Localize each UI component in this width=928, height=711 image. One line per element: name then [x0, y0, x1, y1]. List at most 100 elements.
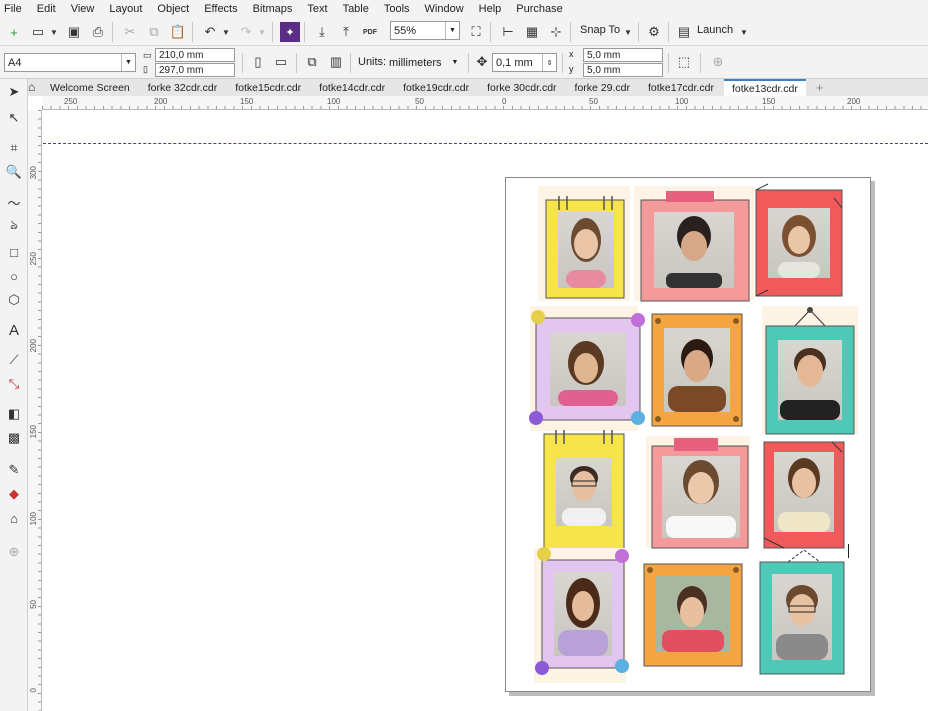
menu-help[interactable]: Help	[479, 3, 502, 15]
treat-as-filled-icon[interactable]: ⬚	[674, 52, 694, 72]
landscape-icon[interactable]: ▭	[271, 52, 291, 72]
photo-frame[interactable]	[534, 547, 629, 683]
menu-file[interactable]: File	[4, 3, 22, 15]
cut-icon[interactable]: ✂	[120, 22, 140, 42]
page-height-field[interactable]: 297,0 mm	[155, 63, 235, 77]
photo-frame[interactable]	[634, 186, 754, 302]
interactive-fill-icon[interactable]: ◆	[4, 485, 24, 503]
document-page[interactable]	[505, 177, 871, 692]
polygon-tool-icon[interactable]: ⬡	[4, 291, 24, 309]
duplicate-x-field[interactable]: 5,0 mm	[583, 48, 663, 62]
units-select[interactable]: millimeters ▼	[386, 53, 462, 72]
current-page-icon[interactable]: ▥	[326, 52, 346, 72]
separator	[668, 53, 669, 73]
show-rulers-icon[interactable]: ⊢	[498, 22, 518, 42]
options-gear-icon[interactable]: ⚙	[644, 22, 664, 42]
photo-collage[interactable]	[506, 178, 872, 693]
undo-dropdown-icon[interactable]: ▼	[216, 22, 236, 42]
save-icon[interactable]: ▣	[64, 22, 84, 42]
menu-edit[interactable]: Edit	[37, 3, 56, 15]
page-width-field[interactable]: 210,0 mm	[155, 48, 235, 62]
menu-layout[interactable]: Layout	[109, 3, 142, 15]
tab-welcome-screen[interactable]: Welcome Screen	[42, 79, 138, 96]
show-grid-icon[interactable]: ▦	[522, 22, 542, 42]
artistic-media-icon[interactable]: ঌ	[4, 217, 24, 235]
menu-purchase[interactable]: Purchase	[516, 3, 562, 15]
full-screen-icon[interactable]: ⛶	[466, 22, 486, 42]
add-tool-icon[interactable]: ⊕	[4, 543, 24, 561]
zoom-dropdown-icon[interactable]: ▼	[445, 22, 459, 39]
print-icon[interactable]: ⎙	[88, 22, 108, 42]
photo-frame[interactable]	[651, 313, 743, 427]
import-icon[interactable]: ⤓	[312, 22, 332, 42]
pdf-icon[interactable]: PDF	[360, 22, 380, 42]
launch-icon[interactable]: ▤	[674, 22, 694, 42]
crop-tool-icon[interactable]: ⌗	[4, 139, 24, 157]
portrait-icon[interactable]: ▯	[248, 52, 268, 72]
page-size-dropdown-icon[interactable]: ▼	[121, 54, 135, 71]
launch-dropdown-icon[interactable]: ▼	[734, 22, 754, 42]
photo-frame[interactable]	[538, 186, 630, 301]
menu-text[interactable]: Text	[307, 3, 327, 15]
menu-effects[interactable]: Effects	[204, 3, 237, 15]
tab-document[interactable]: fotke14cdr.cdr	[311, 79, 393, 96]
add-icon[interactable]: ⊕	[708, 52, 728, 72]
new-document-icon[interactable]: +	[4, 22, 24, 42]
ellipse-tool-icon[interactable]: ○	[4, 267, 24, 285]
freehand-tool-icon[interactable]: 〜	[4, 193, 24, 211]
zoom-level-field[interactable]: 55% ▼	[390, 21, 460, 40]
pick-tool-icon[interactable]: ➤	[4, 83, 24, 101]
duplicate-y-field[interactable]: 5,0 mm	[583, 63, 663, 77]
redo-dropdown-icon[interactable]: ▼	[252, 22, 272, 42]
tab-document[interactable]: forke 32cdr.cdr	[140, 79, 225, 96]
paste-icon[interactable]: 📋	[168, 22, 188, 42]
launch-button[interactable]: Launch	[697, 24, 733, 36]
photo-frame[interactable]	[529, 306, 645, 431]
guideline[interactable]	[43, 143, 928, 144]
tab-document[interactable]: fotke19cdr.cdr	[395, 79, 477, 96]
snap-to-button[interactable]: Snap To	[580, 24, 620, 36]
all-pages-icon[interactable]: ⧉	[302, 52, 322, 72]
nudge-spinner-icon[interactable]: ⇕	[542, 54, 556, 71]
menu-object[interactable]: Object	[157, 3, 189, 15]
tab-document[interactable]: fotke15cdr.cdr	[227, 79, 309, 96]
text-tool-icon[interactable]: A	[4, 321, 24, 339]
export-icon[interactable]: ⤒	[336, 22, 356, 42]
tab-document[interactable]: forke 29.cdr	[567, 79, 638, 96]
show-guidelines-icon[interactable]: ⊹	[546, 22, 566, 42]
photo-frame[interactable]	[646, 436, 750, 549]
open-dropdown-icon[interactable]: ▼	[44, 22, 64, 42]
photo-frame[interactable]	[763, 441, 845, 549]
drop-shadow-icon[interactable]: ◧	[4, 405, 24, 423]
tab-document[interactable]: forke 30cdr.cdr	[479, 79, 564, 96]
home-icon[interactable]: ⌂	[28, 80, 35, 94]
zoom-tool-icon[interactable]: 🔍	[4, 163, 24, 181]
photo-frame[interactable]	[759, 549, 845, 675]
eyedropper-icon[interactable]: ✎	[4, 461, 24, 479]
new-tab-icon[interactable]: +	[808, 79, 832, 96]
photo-frame[interactable]	[543, 430, 625, 553]
transparency-icon[interactable]: ▩	[4, 429, 24, 447]
menu-view[interactable]: View	[71, 3, 95, 15]
nudge-distance-field[interactable]: 0,1 mm ⇕	[492, 53, 557, 72]
photo-frame[interactable]	[755, 183, 843, 297]
search-content-icon[interactable]: ✦	[280, 22, 300, 42]
menu-window[interactable]: Window	[425, 3, 464, 15]
copy-icon[interactable]: ⧉	[144, 22, 164, 42]
menu-tools[interactable]: Tools	[384, 3, 410, 15]
snap-to-dropdown-icon[interactable]: ▼	[618, 22, 638, 42]
smart-fill-icon[interactable]: ⌂	[4, 509, 24, 527]
connector-tool-icon[interactable]: ⤡	[4, 375, 24, 393]
page-size-select[interactable]: A4 ▼	[4, 53, 136, 72]
menu-table[interactable]: Table	[343, 3, 369, 15]
separator	[570, 22, 571, 42]
tab-active-document[interactable]: fotke13cdr.cdr	[723, 79, 806, 96]
menu-bitmaps[interactable]: Bitmaps	[253, 3, 293, 15]
shape-tool-icon[interactable]: ↖	[4, 109, 24, 127]
photo-frame[interactable]	[643, 563, 743, 667]
rectangle-tool-icon[interactable]: □	[4, 243, 24, 261]
tab-document[interactable]: fotke17cdr.cdr	[640, 79, 722, 96]
dimension-tool-icon[interactable]: ⟋	[4, 351, 24, 369]
units-dropdown-icon[interactable]: ▼	[448, 53, 462, 72]
photo-frame[interactable]	[762, 306, 858, 435]
